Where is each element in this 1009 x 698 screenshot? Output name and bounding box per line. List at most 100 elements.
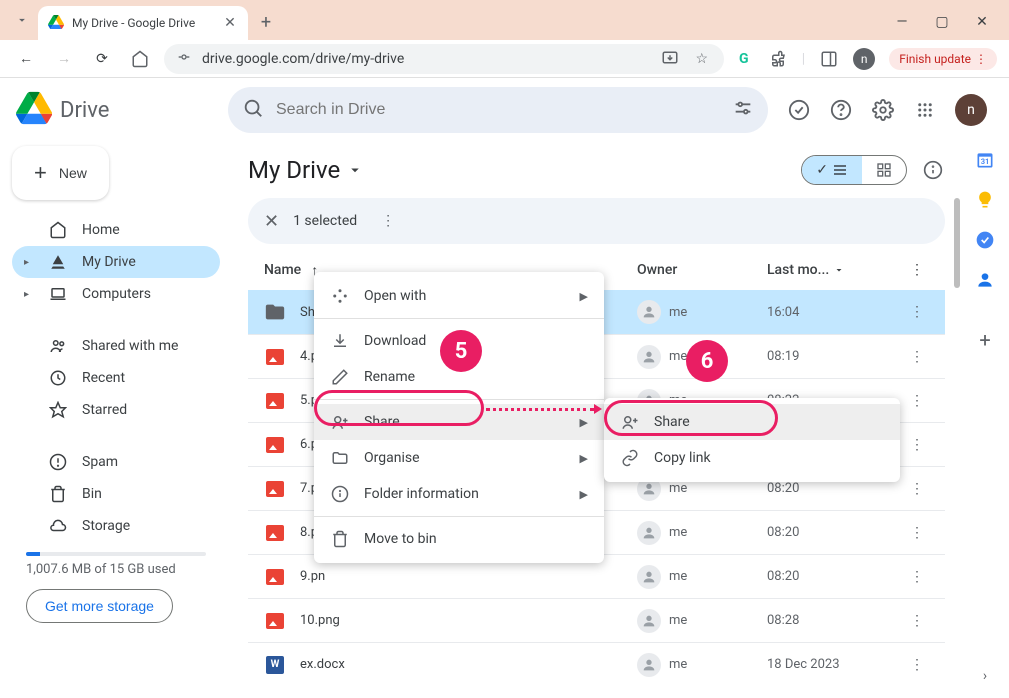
sidebar-item-starred[interactable]: Starred xyxy=(12,394,220,426)
hide-panel-icon[interactable]: › xyxy=(975,666,995,686)
sidepanel-icon[interactable] xyxy=(819,49,839,69)
name-column-header[interactable]: Name xyxy=(264,262,301,278)
menu-organise[interactable]: Organise▶ xyxy=(314,440,604,476)
row-more-button[interactable]: ⋮ xyxy=(897,481,937,497)
submenu-share[interactable]: Share xyxy=(604,404,900,440)
image-icon xyxy=(264,613,286,629)
row-more-button[interactable]: ⋮ xyxy=(897,349,937,365)
modified-column-header[interactable]: Last mo... xyxy=(767,262,829,278)
clock-icon xyxy=(48,369,68,387)
row-more-button[interactable]: ⋮ xyxy=(897,613,937,629)
image-icon xyxy=(264,349,286,365)
submenu-copy-link[interactable]: Copy link xyxy=(604,440,900,476)
owner-avatar xyxy=(637,521,661,545)
settings-icon[interactable] xyxy=(871,98,895,122)
row-more-button[interactable]: ⋮ xyxy=(897,437,937,453)
sidebar-item-home[interactable]: Home xyxy=(12,214,220,246)
grid-view-button[interactable] xyxy=(862,156,906,184)
search-options-icon[interactable] xyxy=(732,97,754,123)
content-area: My Drive ✓ ✕ 1 selected ⋮ Name ↑ Owner L… xyxy=(232,142,961,698)
grammarly-icon[interactable]: G xyxy=(734,49,754,69)
open-with-icon xyxy=(330,287,350,305)
storage-text: 1,007.6 MB of 15 GB used xyxy=(12,562,220,577)
tabs-dropdown[interactable] xyxy=(10,8,34,32)
folder-icon xyxy=(264,301,286,323)
get-storage-button[interactable]: Get more storage xyxy=(26,589,173,623)
apps-icon[interactable] xyxy=(913,98,937,122)
annotation-step-6: 6 xyxy=(686,340,728,382)
back-button[interactable]: ← xyxy=(12,45,40,73)
sidebar-item-bin[interactable]: Bin xyxy=(12,478,220,510)
owner-name: me xyxy=(669,349,687,364)
docx-icon: W xyxy=(264,656,286,674)
drive-logo-icon xyxy=(16,90,52,130)
share-icon xyxy=(330,413,350,431)
context-menu-main: Open with▶ Download Rename Share▶ Organi… xyxy=(314,272,604,563)
side-panel: 31 + › xyxy=(961,142,1009,698)
site-info-icon[interactable] xyxy=(176,49,192,68)
sidebar-item-spam[interactable]: Spam xyxy=(12,446,220,478)
finish-update-button[interactable]: Finish update ⋮ xyxy=(889,48,997,70)
account-avatar[interactable]: n xyxy=(955,94,987,126)
row-more-button[interactable]: ⋮ xyxy=(897,525,937,541)
menu-folder-info[interactable]: Folder information▶ xyxy=(314,476,604,512)
file-row[interactable]: Wex.docxme18 Dec 2023⋮ xyxy=(248,642,945,686)
drive-logo[interactable]: Drive xyxy=(16,90,220,130)
owner-avatar xyxy=(637,653,661,677)
add-apps-icon[interactable]: + xyxy=(975,330,995,350)
search-bar[interactable] xyxy=(228,87,768,133)
share-icon xyxy=(620,413,640,431)
window-controls: — ▢ ✕ xyxy=(893,14,1009,40)
ready-offline-icon[interactable] xyxy=(787,98,811,122)
file-row[interactable]: 10.pngme08:28⋮ xyxy=(248,598,945,642)
list-view-button[interactable]: ✓ xyxy=(802,156,862,184)
new-button[interactable]: + New xyxy=(12,146,109,200)
url-input[interactable]: drive.google.com/drive/my-drive ☆ xyxy=(164,44,724,74)
support-icon[interactable] xyxy=(829,98,853,122)
sidebar-item-storage[interactable]: Storage xyxy=(12,510,220,542)
owner-avatar xyxy=(637,565,661,589)
header-more-button[interactable]: ⋮ xyxy=(897,262,937,278)
selection-more-button[interactable]: ⋮ xyxy=(381,213,395,229)
bookmark-icon[interactable]: ☆ xyxy=(692,49,712,69)
new-tab-button[interactable]: + xyxy=(252,8,280,36)
svg-text:31: 31 xyxy=(981,157,990,166)
extensions-icon[interactable] xyxy=(768,49,788,69)
browser-tab[interactable]: My Drive - Google Drive ✕ xyxy=(38,6,248,40)
row-more-button[interactable]: ⋮ xyxy=(897,569,937,585)
menu-open-with[interactable]: Open with▶ xyxy=(314,278,604,314)
calendar-app-icon[interactable]: 31 xyxy=(975,150,995,170)
contacts-app-icon[interactable] xyxy=(975,270,995,290)
minimize-button[interactable]: — xyxy=(893,14,911,30)
row-more-button[interactable]: ⋮ xyxy=(897,304,937,320)
row-more-button[interactable]: ⋮ xyxy=(897,657,937,673)
close-button[interactable]: ✕ xyxy=(973,14,991,30)
sidebar-item-shared-with-me[interactable]: Shared with me xyxy=(12,330,220,362)
info-button[interactable] xyxy=(921,158,945,182)
clear-selection-button[interactable]: ✕ xyxy=(264,211,279,232)
sidebar-item-computers[interactable]: ▸Computers xyxy=(12,278,220,310)
file-name: ex.docx xyxy=(300,657,345,672)
keep-app-icon[interactable] xyxy=(975,190,995,210)
page-title[interactable]: My Drive xyxy=(248,156,364,184)
row-more-button[interactable]: ⋮ xyxy=(897,393,937,409)
tasks-app-icon[interactable] xyxy=(975,230,995,250)
sidebar-item-recent[interactable]: Recent xyxy=(12,362,220,394)
selection-count: 1 selected xyxy=(293,213,357,229)
menu-move-to-bin[interactable]: Move to bin xyxy=(314,521,604,557)
image-icon xyxy=(264,437,286,453)
owner-name: me xyxy=(669,525,687,540)
scrollbar[interactable] xyxy=(953,198,961,688)
owner-column-header[interactable]: Owner xyxy=(637,262,767,278)
search-input[interactable] xyxy=(276,101,720,119)
install-icon[interactable] xyxy=(660,49,680,69)
sidebar-item-my-drive[interactable]: ▸My Drive xyxy=(12,246,220,278)
home-button[interactable] xyxy=(126,45,154,73)
reload-button[interactable]: ⟳ xyxy=(88,45,116,73)
tab-close-icon[interactable]: ✕ xyxy=(222,15,238,31)
forward-button[interactable]: → xyxy=(50,45,78,73)
annotation-step-5: 5 xyxy=(440,330,482,372)
profile-avatar[interactable]: n xyxy=(853,48,875,70)
tab-title: My Drive - Google Drive xyxy=(72,16,214,30)
maximize-button[interactable]: ▢ xyxy=(933,14,951,30)
